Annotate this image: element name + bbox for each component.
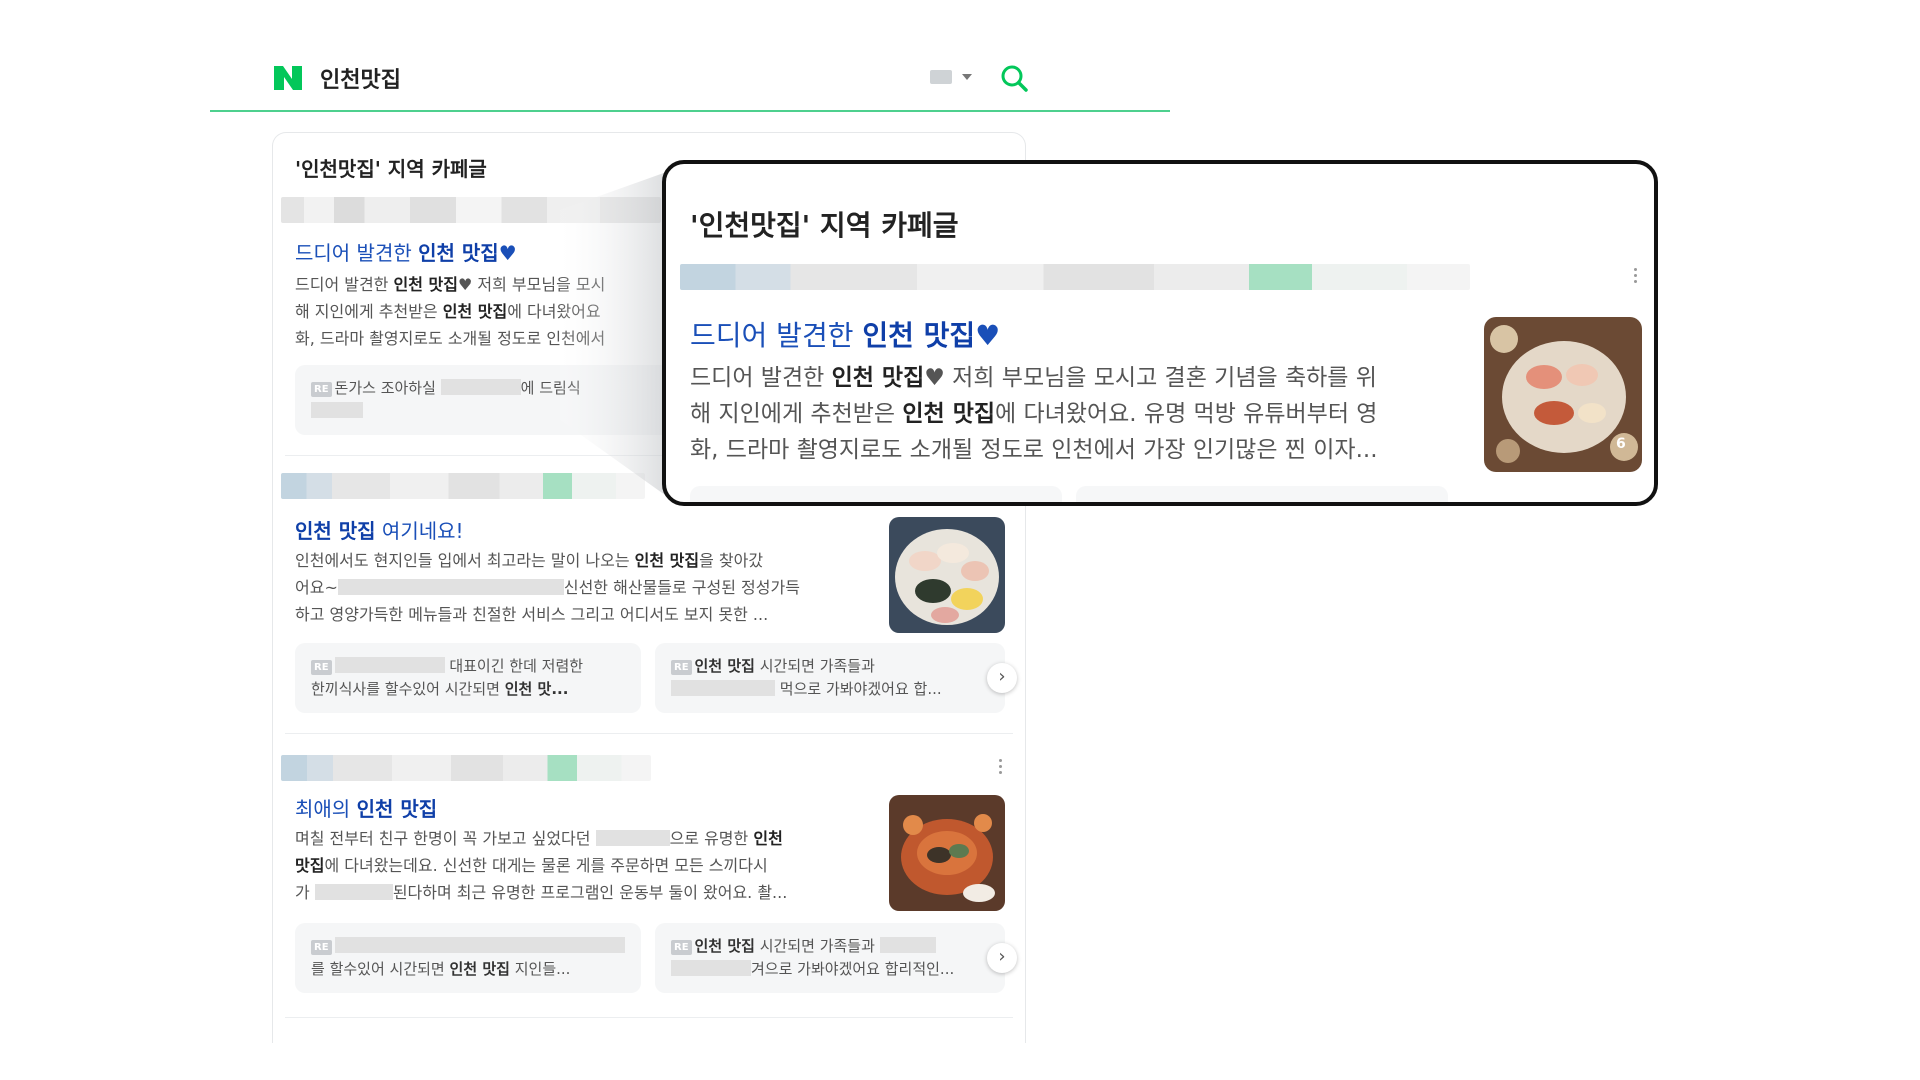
more-options-icon[interactable] <box>1634 268 1638 286</box>
cafe-source-blurred <box>680 264 1470 290</box>
zoom-post-description[interactable]: 드디어 발견한 인천 맛집♥ 저희 부모님을 모시고 결혼 기념을 축하를 위 … <box>690 360 1460 468</box>
zoom-post-title[interactable]: 드디어 발견한 인천 맛집♥ <box>690 314 1000 354</box>
reply-card-peek <box>1076 486 1448 502</box>
heart-icon: ♥ <box>975 319 1001 352</box>
zoom-section-title: '인천맛집' 지역 카페글 <box>690 209 959 242</box>
zoom-callout: '인천맛집' 지역 카페글 드디어 발견한 인천 맛집♥ 드디어 발견한 인천 … <box>662 160 1658 506</box>
reply-card-peek <box>690 486 1062 502</box>
image-count-badge: 6 <box>1616 436 1626 452</box>
